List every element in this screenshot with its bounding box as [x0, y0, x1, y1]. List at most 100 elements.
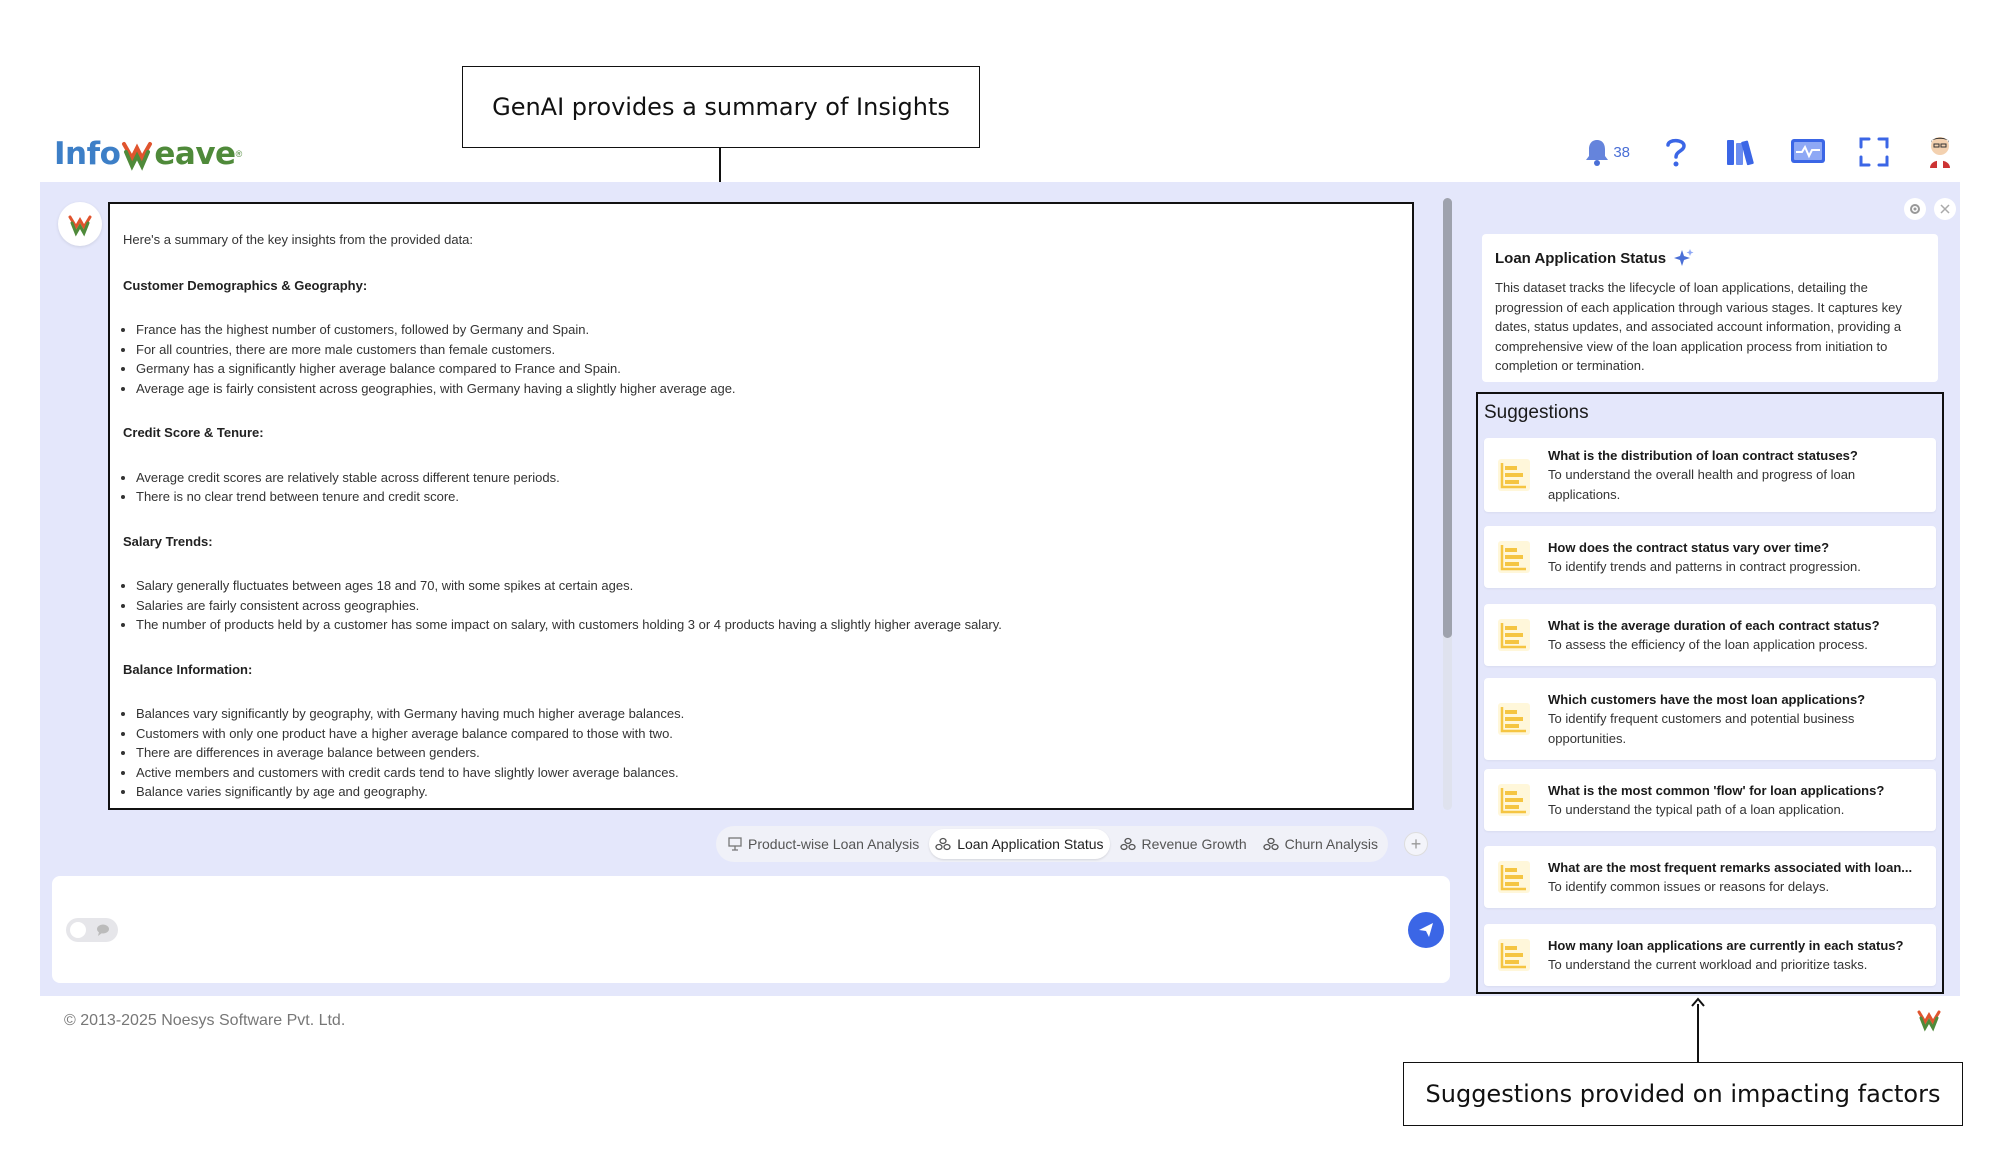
header-toolbar: 38 — [1583, 132, 1960, 172]
toggle-knob — [70, 922, 86, 938]
tab-revenue-growth[interactable]: Revenue Growth — [1114, 829, 1253, 859]
bar-chart-icon — [1496, 617, 1532, 653]
summary-section-title: Customer Demographics & Geography: — [123, 277, 368, 293]
suggestion-text: How does the contract status vary over t… — [1548, 538, 1861, 577]
suggestion-question: How does the contract status vary over t… — [1548, 539, 1830, 555]
suggestion-text: What is the average duration of each con… — [1548, 616, 1880, 655]
suggestion-card[interactable]: What is the most common 'flow' for loan … — [1484, 769, 1936, 831]
chat-bubble-icon — [97, 924, 109, 936]
summary-bullet: The number of products held by a custome… — [136, 615, 1399, 635]
infoveave-logo: Info eave ® — [54, 130, 242, 178]
insight-summary-message: Here's a summary of the key insights fro… — [108, 202, 1414, 810]
logo-text-part2: eave — [154, 136, 236, 172]
bar-chart-icon — [1496, 782, 1532, 818]
help-button[interactable] — [1656, 132, 1696, 172]
bot-avatar — [58, 202, 102, 246]
suggestion-question: What is the most common 'flow' for loan … — [1548, 782, 1885, 798]
monitor-button[interactable] — [1788, 132, 1828, 172]
chat-scrollbar[interactable] — [1443, 198, 1452, 810]
logo-mark-icon — [122, 142, 153, 171]
user-avatar — [1930, 137, 1950, 168]
suggestion-text: What are the most frequent remarks assoc… — [1548, 858, 1912, 897]
suggestion-detail: To identify frequent customers and poten… — [1548, 711, 1855, 746]
callout-summary-text: GenAI provides a summary of Insights — [492, 93, 950, 121]
panel-close-button[interactable] — [1934, 198, 1956, 220]
suggestion-detail: To understand the overall health and pro… — [1548, 467, 1856, 502]
suggestion-card[interactable]: How does the contract status vary over t… — [1484, 526, 1936, 588]
dataset-description: This dataset tracks the lifecycle of loa… — [1495, 280, 1902, 373]
add-tab-button[interactable]: + — [1404, 832, 1428, 856]
summary-bullet: Salaries are fairly consistent across ge… — [136, 596, 1399, 616]
notification-count: 38 — [1613, 143, 1630, 161]
bar-chart-icon — [1496, 539, 1532, 575]
suggestions-heading: Suggestions — [1484, 402, 1589, 423]
summary-section-title: Balance Information: — [123, 661, 253, 677]
summary-section-title: Salary Trends: — [123, 533, 213, 549]
tab-label: Product-wise Loan Analysis — [748, 836, 920, 852]
notifications-button[interactable]: 38 — [1583, 137, 1630, 167]
suggestion-card[interactable]: Which customers have the most loan appli… — [1484, 678, 1936, 760]
tab-churn-analysis[interactable]: Churn Analysis — [1257, 829, 1384, 859]
fullscreen-button[interactable] — [1854, 132, 1894, 172]
suggestion-card[interactable]: How many loan applications are currently… — [1484, 924, 1936, 986]
panel-settings-button[interactable] — [1904, 198, 1926, 220]
callout-summary-insights: GenAI provides a summary of Insights — [462, 66, 980, 148]
dataset-icon — [1119, 837, 1136, 851]
tab-label: Revenue Growth — [1141, 836, 1247, 852]
summary-bullet: Salary generally fluctuates between ages… — [136, 576, 1399, 596]
tab-loan-application-status[interactable]: Loan Application Status — [929, 829, 1110, 859]
summary-bullet-list: France has the highest number of custome… — [136, 320, 1399, 398]
suggestion-question: What is the distribution of loan contrac… — [1548, 448, 1858, 463]
logo-registered: ® — [235, 149, 243, 159]
summary-bullet: Customers with only one product have a h… — [136, 724, 1399, 744]
summary-bullet: Average age is fairly consistent across … — [136, 379, 1399, 399]
summary-bullet: For all countries, there are more male c… — [136, 340, 1399, 360]
chat-input-box[interactable] — [52, 876, 1450, 983]
tab-product-wise-loan-analysis[interactable]: Product-wise Loan Analysis — [722, 829, 925, 859]
dataset-info-card: Loan Application Status This dataset tra… — [1482, 234, 1938, 382]
footer-logo — [1916, 1006, 1942, 1037]
footer-logo-icon — [1917, 1010, 1941, 1032]
suggestion-detail: To understand the current workload and p… — [1548, 956, 1868, 972]
bar-chart-icon — [1496, 937, 1532, 973]
summary-bullet: Balance varies significantly by age and … — [136, 782, 1399, 802]
user-avatar-button[interactable] — [1920, 132, 1960, 172]
summary-bullet: Germany has a significantly higher avera… — [136, 359, 1399, 379]
bar-chart-icon — [1496, 859, 1532, 895]
summary-bullet: Average credit scores are relatively sta… — [136, 468, 1399, 488]
suggestion-card[interactable]: What is the distribution of loan contrac… — [1484, 438, 1936, 512]
chat-scrollbar-thumb[interactable] — [1443, 198, 1452, 638]
dataset-title-row: Loan Application Status — [1495, 248, 1925, 268]
suggestion-text: How many loan applications are currently… — [1548, 936, 1903, 975]
summary-bullet-list: Salary generally fluctuates between ages… — [136, 576, 1399, 635]
suggestion-card[interactable]: What are the most frequent remarks assoc… — [1484, 846, 1936, 908]
summary-bullet: Balances vary significantly by geography… — [136, 704, 1399, 724]
callout-arrow-bottom — [1697, 1004, 1699, 1062]
suggestion-card[interactable]: What is the average duration of each con… — [1484, 604, 1936, 666]
summary-bullet: France has the highest number of custome… — [136, 320, 1399, 340]
summary-bullet: There are differences in average balance… — [136, 743, 1399, 763]
help-icon — [1666, 138, 1686, 167]
suggestion-detail: To identify common issues or reasons for… — [1548, 878, 1830, 894]
logo-text-part1: Info — [54, 136, 121, 172]
bot-logo-icon — [68, 215, 92, 237]
dataset-title: Loan Application Status — [1495, 249, 1667, 267]
suggestion-text: Which customers have the most loan appli… — [1548, 690, 1924, 748]
bar-chart-icon — [1496, 701, 1532, 737]
library-button[interactable] — [1722, 132, 1762, 172]
tab-label: Loan Application Status — [957, 836, 1104, 852]
summary-bullet-list: Average credit scores are relatively sta… — [136, 468, 1399, 507]
summary-sections: Customer Demographics & Geography: France… — [123, 276, 1399, 802]
chat-mode-toggle[interactable] — [66, 918, 118, 942]
dataset-tabs: Product-wise Loan Analysis Loan Applicati… — [716, 826, 1388, 862]
send-button[interactable] — [1408, 912, 1444, 948]
summary-bullet: Active members and customers with credit… — [136, 763, 1399, 783]
dataset-icon — [935, 837, 951, 851]
suggestion-detail: To assess the efficiency of the loan app… — [1548, 636, 1868, 652]
footer-copyright: © 2013-2025 Noesys Software Pvt. Ltd. — [64, 1012, 346, 1029]
callout-suggestions-text: Suggestions provided on impacting factor… — [1425, 1080, 1941, 1108]
summary-section-title: Credit Score & Tenure: — [123, 425, 264, 440]
callout-suggestions: Suggestions provided on impacting factor… — [1403, 1062, 1963, 1126]
library-icon — [1727, 140, 1754, 166]
bell-icon — [1586, 140, 1609, 166]
